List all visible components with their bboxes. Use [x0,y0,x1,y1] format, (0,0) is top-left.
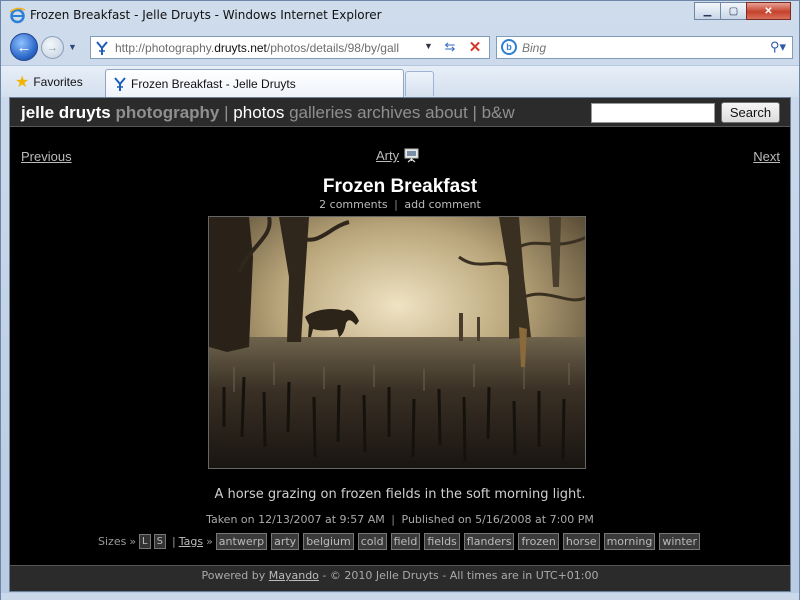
forward-button[interactable]: → [41,36,64,59]
tag-item[interactable]: morning [603,533,656,550]
tab-favicon-icon [114,77,126,91]
star-icon: ★ [15,73,30,91]
site-favicon-icon [96,41,108,55]
site-footer: Powered by Mayando - © 2010 Jelle Druyts… [10,565,790,591]
tag-item[interactable]: arty [271,533,300,550]
favorites-bar: ★ Favorites Frozen Breakfast - Jelle Dru… [1,65,799,98]
comments-link[interactable]: 2 comments [319,198,388,211]
status-bar [1,593,799,600]
site-header: jelle druyts photography | photos galler… [10,98,790,127]
tags-separator: | [171,535,176,548]
footer-powered-by: Powered by [201,569,266,582]
recent-pages-dropdown-icon[interactable]: ▼ [68,42,77,52]
tag-item[interactable]: flanders [463,533,515,550]
nav-separator: | [472,103,477,122]
title-bar: Frozen Breakfast - Jelle Druyts - Window… [1,1,799,31]
slideshow-icon[interactable] [404,148,419,163]
address-path: /photos/details/98/by/gall [266,41,399,55]
stop-icon[interactable]: ✕ [465,38,485,56]
tag-item[interactable]: antwerp [215,533,268,550]
maximize-button[interactable]: ▢ [720,2,747,20]
bing-search-input[interactable] [522,40,752,56]
address-dropdown-icon[interactable]: ▼ [424,41,433,51]
tag-item[interactable]: cold [357,533,387,550]
back-button[interactable]: ← [10,33,38,61]
tags-arrow: » [206,535,213,548]
nav-separator: | [224,103,229,122]
previous-link[interactable]: Previous [21,149,72,164]
tag-item[interactable]: field [390,533,421,550]
site-search-input[interactable] [591,103,715,123]
search-magnifier-icon[interactable]: ⚲▾ [770,39,786,55]
nav-link-galleries[interactable]: galleries [289,103,352,122]
new-tab-button[interactable] [405,71,434,96]
site-nav: jelle druyts photography | photos galler… [21,103,515,123]
back-arrow-icon: ← [16,38,32,56]
size-large-button[interactable]: L [139,534,151,549]
brand-name[interactable]: jelle druyts [21,103,111,122]
sizes-label: Sizes [98,535,127,548]
brand-photography[interactable]: photography [116,103,220,122]
category-link[interactable]: Arty [376,148,399,163]
comments-line: 2 comments | add comment [10,198,790,211]
nav-link-bw[interactable]: b&w [482,103,515,122]
photo-title: Frozen Breakfast [322,176,478,197]
taken-date: Taken on 12/13/2007 at 9:57 AM [206,513,385,526]
dates-separator: | [391,513,395,526]
address-url[interactable]: http://photography.druyts.net/photos/det… [115,41,415,55]
nav-link-about[interactable]: about [425,103,468,122]
address-bar[interactable]: http://photography.druyts.net/photos/det… [90,36,490,59]
tag-item[interactable]: winter [659,533,700,550]
photo-image[interactable] [208,216,586,469]
tag-item[interactable]: fields [424,533,460,550]
tag-item[interactable]: frozen [518,533,559,550]
photo-caption: A horse grazing on frozen fields in the … [214,487,586,502]
comments-separator: | [394,198,398,211]
close-button[interactable]: ✕ [746,2,791,20]
address-domain: druyts.net [214,41,267,55]
search-bar: b ⚲▾ [496,36,793,59]
next-link[interactable]: Next [753,149,780,164]
sizes-arrow: » [129,535,137,548]
photo-dates: Taken on 12/13/2007 at 9:57 AM | Publish… [10,513,790,526]
web-page: jelle druyts photography | photos galler… [9,97,791,592]
navigation-bar: ← → ▼ http://photography.druyts.net/phot… [1,31,799,65]
sizes-and-tags: Sizes » L S | Tags » antwerp arty belgiu… [98,533,704,550]
forward-arrow-icon: → [47,41,58,54]
tag-item[interactable]: horse [562,533,600,550]
internet-explorer-icon [9,7,26,24]
tags-link[interactable]: Tags [179,535,203,548]
tab-active[interactable]: Frozen Breakfast - Jelle Druyts [105,69,404,98]
footer-copyright: - © 2010 Jelle Druyts - All times are in… [322,569,599,582]
add-comment-link[interactable]: add comment [404,198,480,211]
frozen-field-horse-photo [209,217,585,468]
browser-window: Frozen Breakfast - Jelle Druyts - Window… [0,0,800,600]
size-small-button[interactable]: S [153,534,166,549]
refresh-icon[interactable]: ⇆ [440,39,460,57]
favorites-button[interactable]: ★ Favorites [9,69,91,94]
published-date: Published on 5/16/2008 at 7:00 PM [401,513,594,526]
tab-label: Frozen Breakfast - Jelle Druyts [131,77,296,91]
window-title: Frozen Breakfast - Jelle Druyts - Window… [30,8,382,22]
nav-link-archives[interactable]: archives [357,103,420,122]
footer-mayando-link[interactable]: Mayando [269,569,319,582]
category-nav: Arty [376,148,419,163]
address-prefix: http://photography. [115,41,215,55]
tag-item[interactable]: belgium [303,533,354,550]
site-search-button[interactable]: Search [721,102,780,123]
bing-icon: b [501,39,517,55]
favorites-label: Favorites [33,74,83,89]
minimize-button[interactable]: ▁ [694,2,721,20]
nav-link-photos[interactable]: photos [233,103,284,122]
